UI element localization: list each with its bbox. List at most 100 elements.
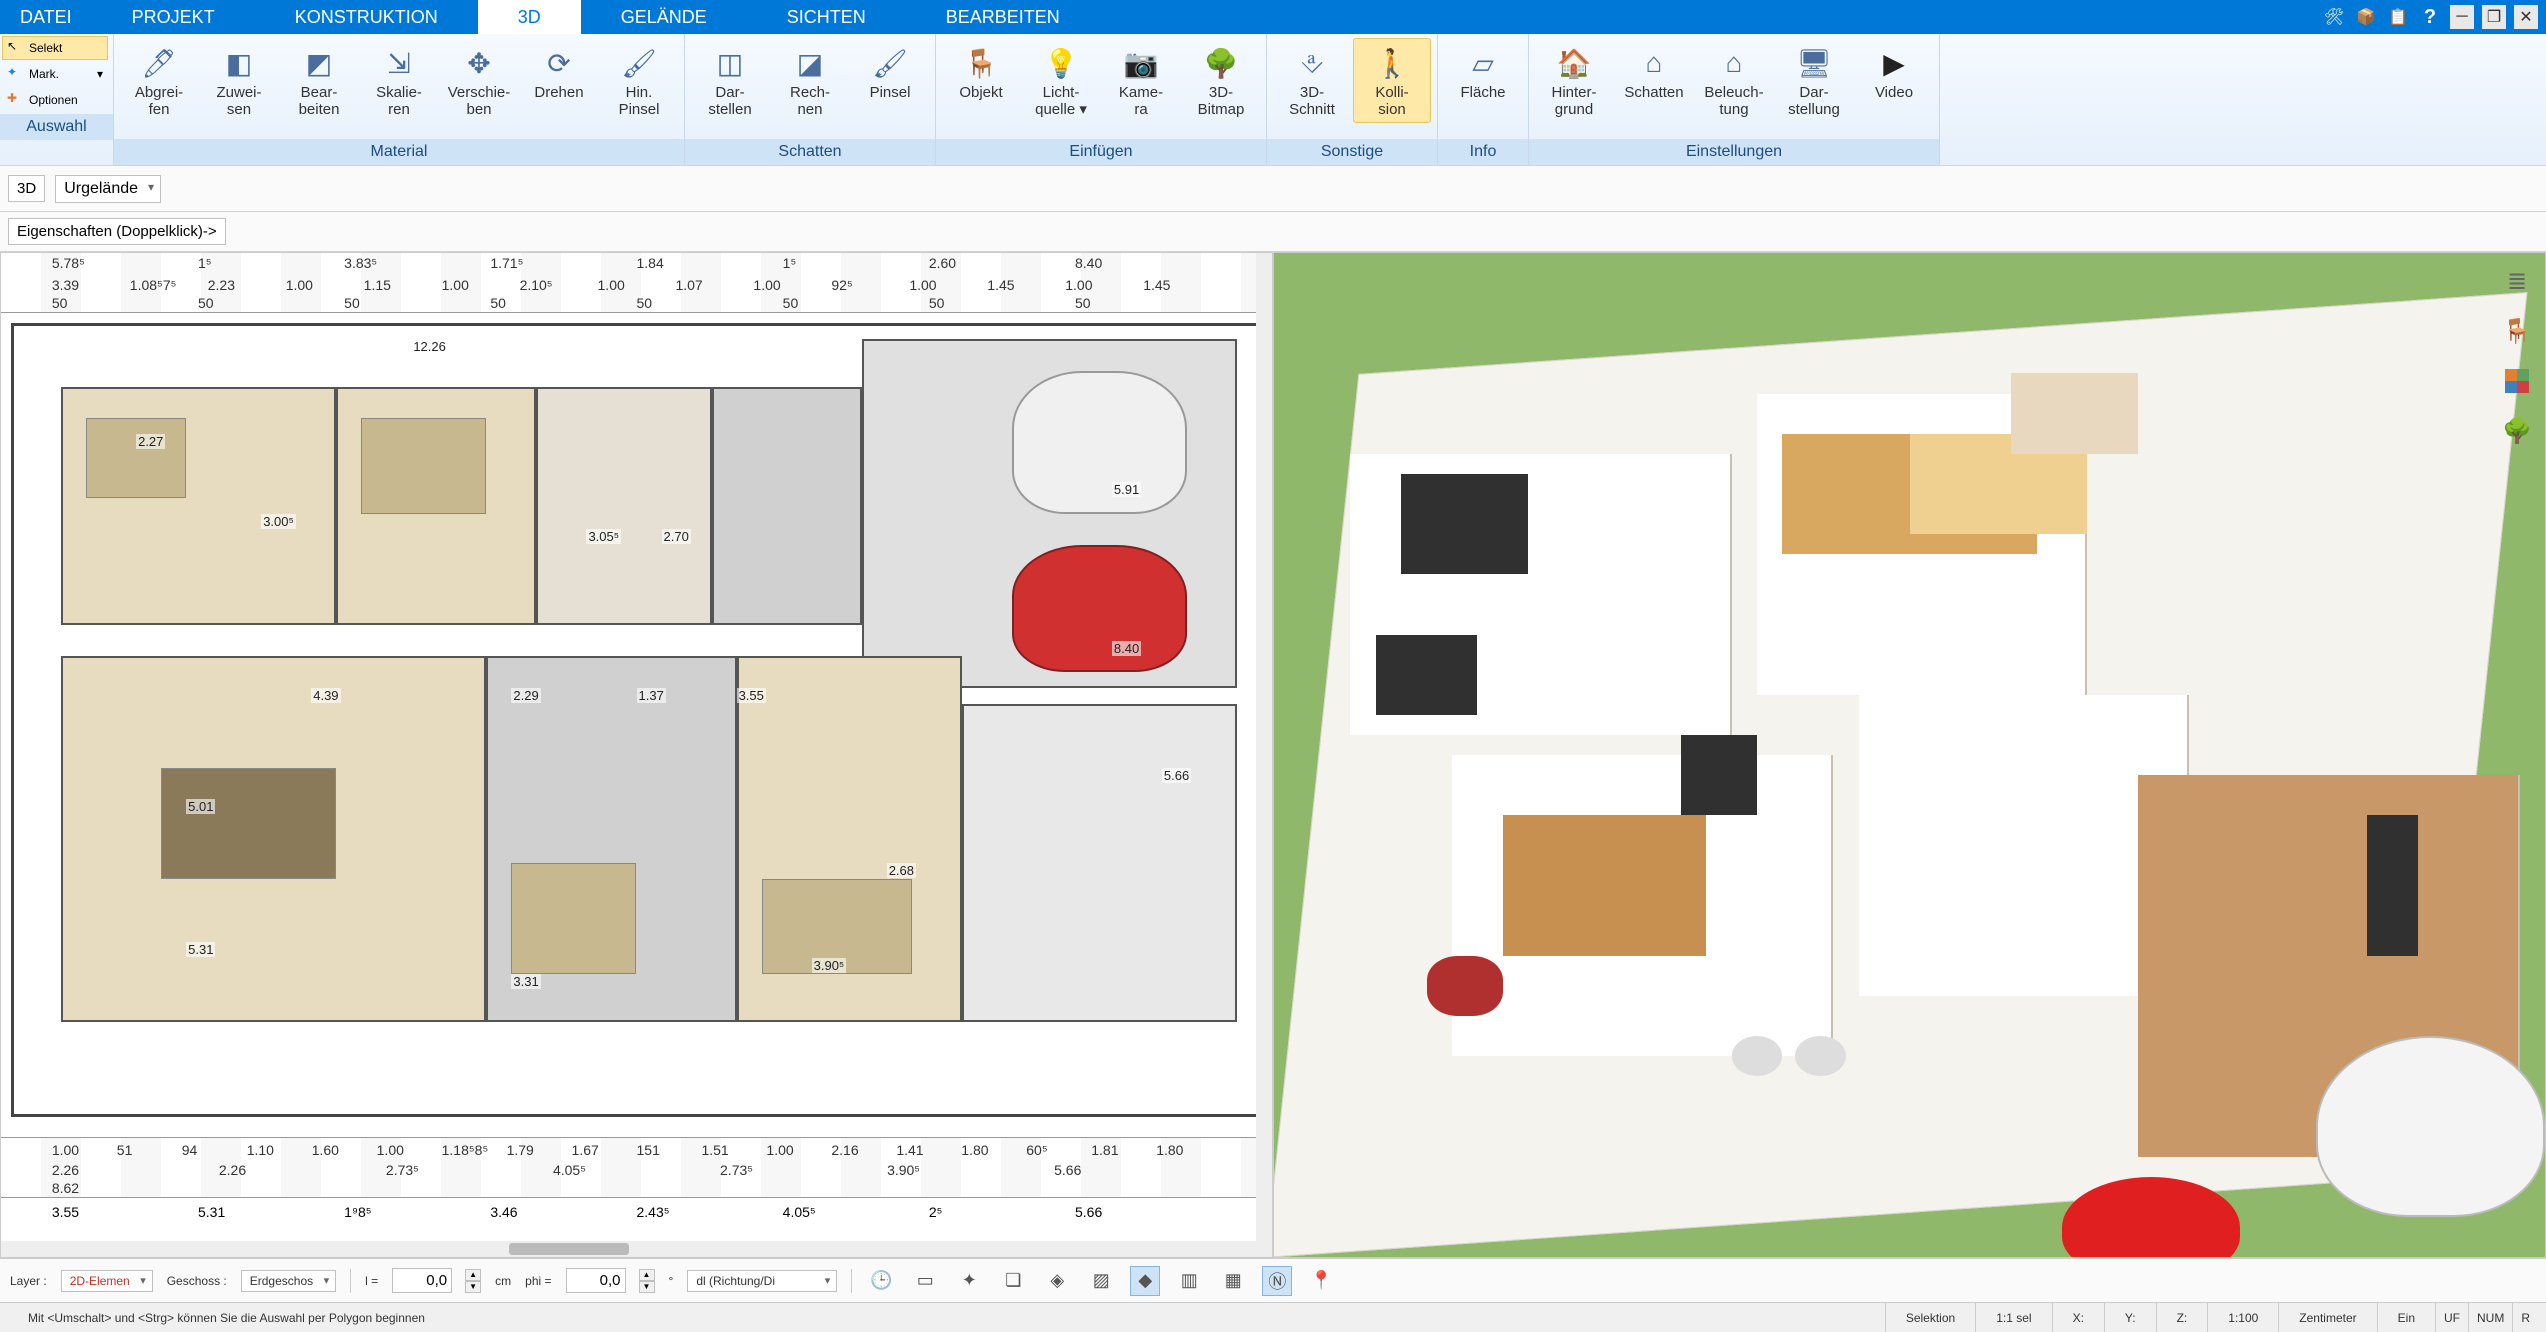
- ruler-value: 1.00: [766, 1142, 793, 1158]
- ruler-value: 3.55: [52, 1204, 79, 1220]
- ruler-value: 1⁵: [783, 255, 797, 271]
- btn-bearbeiten[interactable]: ◩Bear- beiten: [280, 38, 358, 123]
- phi-label: phi =: [525, 1274, 551, 1288]
- house-light-icon: ⌂: [1714, 43, 1754, 83]
- btn-darstellen[interactable]: ◫Dar- stellen: [691, 38, 769, 123]
- scrollbar-horizontal[interactable]: [1, 1241, 1272, 1257]
- window-minimize-icon[interactable]: ─: [2450, 5, 2474, 29]
- ruler-value: 1.80: [961, 1142, 988, 1158]
- menubar: DATEI PROJEKT KONSTRUKTION 3D GELÄNDE SI…: [0, 0, 2546, 34]
- dim-label: 1.37: [637, 688, 666, 703]
- btn-lichtquelle[interactable]: 💡Licht- quelle ▾: [1022, 38, 1100, 123]
- btn-hinpinsel[interactable]: 🖌Hin. Pinsel: [600, 38, 678, 123]
- menu-tab-bearbeiten[interactable]: BEARBEITEN: [906, 0, 1100, 34]
- phi-down[interactable]: ▼: [639, 1281, 655, 1293]
- dl-combo[interactable]: dl (Richtung/Di: [687, 1270, 837, 1292]
- screen-icon[interactable]: ▭: [910, 1266, 940, 1296]
- btn-flaeche[interactable]: ▱Fläche: [1444, 38, 1522, 107]
- dim-label: 2.29: [511, 688, 540, 703]
- menu-tab-sichten[interactable]: SICHTEN: [747, 0, 906, 34]
- shade-icon[interactable]: ◆: [1130, 1266, 1160, 1296]
- group-title-sonstige: Sonstige: [1267, 139, 1437, 165]
- btn-pinsel[interactable]: 🖌Pinsel: [851, 38, 929, 107]
- pin-icon[interactable]: 📍: [1306, 1266, 1336, 1296]
- clock-icon[interactable]: 🕒: [866, 1266, 896, 1296]
- btn-drehen[interactable]: ⟳Drehen: [520, 38, 598, 107]
- btn-abgreifen[interactable]: 🖊Abgrei- fen: [120, 38, 198, 123]
- ruler-bottom: 1.0051941.101.601.001.18⁵8⁵1.791.671511.…: [1, 1137, 1272, 1197]
- btn-rechnen[interactable]: ◪Rech- nen: [771, 38, 849, 123]
- geschoss-combo[interactable]: Erdgeschos: [241, 1270, 336, 1292]
- hatch-icon[interactable]: ▨: [1086, 1266, 1116, 1296]
- ruler-value: 1.15: [364, 277, 391, 293]
- viewport-3d[interactable]: ≣ 🪑 🌳: [1273, 252, 2546, 1258]
- btn-beleuchtung[interactable]: ⌂Beleuch- tung: [1695, 38, 1773, 123]
- north-icon[interactable]: Ⓝ: [1262, 1266, 1292, 1296]
- group-title-info: Info: [1438, 139, 1528, 165]
- btn-kamera[interactable]: 📷Kame- ra: [1102, 38, 1180, 123]
- view-mode-button[interactable]: 3D: [8, 175, 45, 202]
- package-icon[interactable]: 📦: [2354, 5, 2378, 29]
- star-icon[interactable]: ✦: [954, 1266, 984, 1296]
- menu-tab-3d[interactable]: 3D: [478, 0, 581, 34]
- btn-zuweisen[interactable]: ◧Zuwei- sen: [200, 38, 278, 123]
- btn-verschieben[interactable]: ✥Verschie- ben: [440, 38, 518, 123]
- viewport-side-tools: ≣ 🪑 🌳: [2499, 263, 2535, 449]
- btn-darstellung[interactable]: 🖥Dar- stellung: [1775, 38, 1853, 123]
- ruler-value: 1.60: [312, 1142, 339, 1158]
- group-title-material: Material: [114, 139, 684, 165]
- terrain-layer-combo[interactable]: Urgelände: [55, 175, 161, 203]
- help-icon[interactable]: ?: [2418, 5, 2442, 29]
- length-label: l =: [365, 1274, 378, 1288]
- ruler-value: 2.60: [929, 255, 956, 271]
- viewport-2d[interactable]: 5.78⁵1⁵3.83⁵1.71⁵1.841⁵2.608.403.391.08⁵…: [0, 252, 1273, 1258]
- ruler-value: 1.45: [1143, 277, 1170, 293]
- status-mode: Selektion: [1885, 1303, 1975, 1332]
- plants-icon[interactable]: 🌳: [2499, 413, 2535, 449]
- btn-hintergrund[interactable]: 🏠Hinter- grund: [1535, 38, 1613, 123]
- ruler-value: 1.00: [286, 277, 313, 293]
- length-input[interactable]: [392, 1268, 452, 1293]
- length-down[interactable]: ▼: [465, 1281, 481, 1293]
- stack-icon[interactable]: ❏: [998, 1266, 1028, 1296]
- btn-schatten2[interactable]: ⌂Schatten: [1615, 38, 1693, 107]
- auswahl-optionen[interactable]: ✚Optionen: [2, 88, 108, 112]
- ruler-value: 1.41: [896, 1142, 923, 1158]
- diamond-icon[interactable]: ◈: [1042, 1266, 1072, 1296]
- auswahl-mark[interactable]: ✦Mark.▾: [2, 62, 108, 86]
- layer-combo[interactable]: 2D-Elemen: [61, 1270, 153, 1292]
- properties-button[interactable]: Eigenschaften (Doppelklick)->: [8, 218, 226, 245]
- tools-icon[interactable]: 🛠: [2322, 5, 2346, 29]
- btn-3dschnitt[interactable]: ⎀3D- Schnitt: [1273, 38, 1351, 123]
- btn-3dbitmap[interactable]: 🌳3D- Bitmap: [1182, 38, 1260, 123]
- materials-icon[interactable]: [2499, 363, 2535, 399]
- btn-objekt[interactable]: 🪑Objekt: [942, 38, 1020, 107]
- furniture-icon[interactable]: 🪑: [2499, 313, 2535, 349]
- btn-kollision[interactable]: 🚶Kolli- sion: [1353, 38, 1431, 123]
- scrollbar-vertical[interactable]: [1256, 253, 1272, 1241]
- grid-icon[interactable]: ▦: [1218, 1266, 1248, 1296]
- length-up[interactable]: ▲: [465, 1269, 481, 1281]
- menu-tab-konstruktion[interactable]: KONSTRUKTION: [255, 0, 478, 34]
- menu-tab-gelaende[interactable]: GELÄNDE: [581, 0, 747, 34]
- phi-up[interactable]: ▲: [639, 1269, 655, 1281]
- status-scale: 1:100: [2207, 1303, 2278, 1332]
- collision-icon: 🚶: [1372, 43, 1412, 83]
- layers2-icon[interactable]: ▥: [1174, 1266, 1204, 1296]
- menu-tab-datei[interactable]: DATEI: [0, 0, 92, 34]
- dim-label: 8.40: [1112, 641, 1141, 656]
- btn-skalieren[interactable]: ⇲Skalie- ren: [360, 38, 438, 123]
- auswahl-selekt[interactable]: ↖Selekt: [2, 36, 108, 60]
- ruler-value: 5.31: [198, 1204, 225, 1220]
- layers-icon[interactable]: ≣: [2499, 263, 2535, 299]
- window-close-icon[interactable]: ✕: [2514, 5, 2538, 29]
- ruler-value: 1.00: [598, 277, 625, 293]
- phi-input[interactable]: [566, 1268, 626, 1293]
- ruler-value: 1⁵: [198, 255, 212, 271]
- btn-video[interactable]: ▶Video: [1855, 38, 1933, 107]
- menu-tab-projekt[interactable]: PROJEKT: [92, 0, 255, 34]
- ruler-value: 1.07: [675, 277, 702, 293]
- status-x: X:: [2052, 1303, 2104, 1332]
- clipboard-icon[interactable]: 📋: [2386, 5, 2410, 29]
- window-restore-icon[interactable]: ❐: [2482, 5, 2506, 29]
